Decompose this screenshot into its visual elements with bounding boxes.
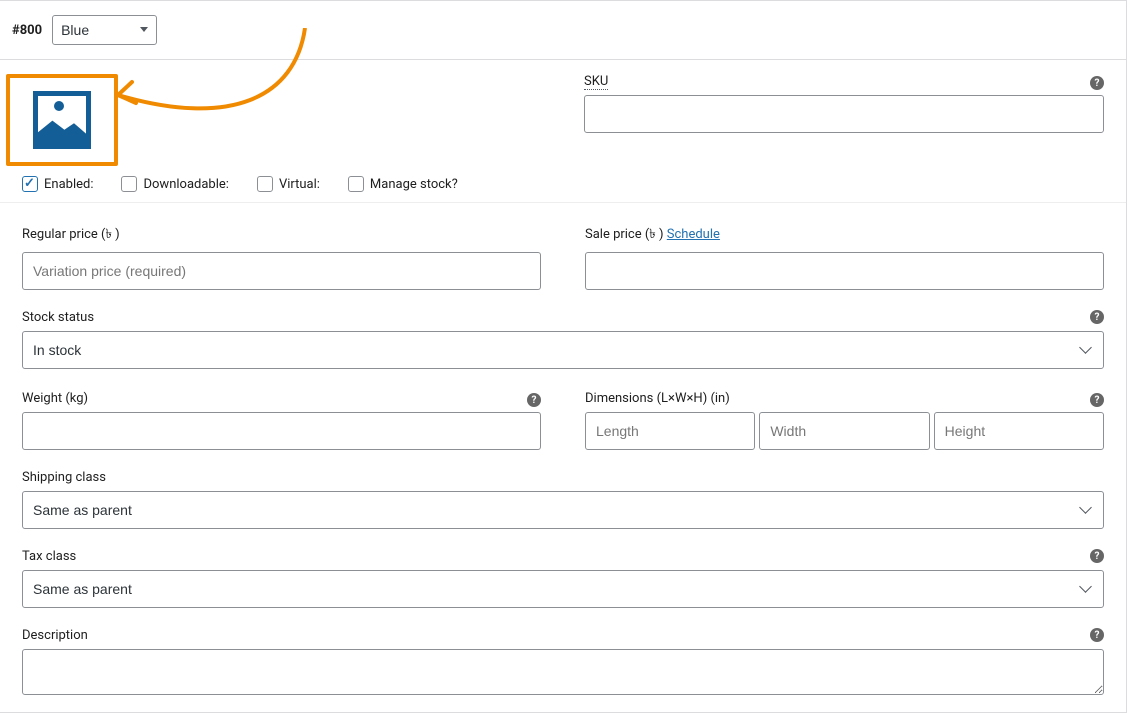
- stock-status-select[interactable]: In stock: [22, 331, 1104, 369]
- image-icon: [38, 96, 86, 144]
- sku-label: SKU: [584, 74, 1104, 89]
- sku-input[interactable]: [584, 95, 1104, 133]
- weight-input[interactable]: [22, 412, 541, 450]
- variation-image-placeholder[interactable]: [33, 91, 91, 149]
- variation-header: #800 Blue: [0, 1, 1126, 60]
- downloadable-checkbox[interactable]: [121, 176, 137, 192]
- manage-stock-label: Manage stock?: [370, 177, 458, 192]
- enabled-checkbox[interactable]: [22, 176, 38, 192]
- sale-price-input[interactable]: [585, 252, 1104, 290]
- tax-class-select[interactable]: Same as parent: [22, 570, 1104, 608]
- downloadable-checkbox-wrap[interactable]: Downloadable:: [121, 176, 228, 192]
- enabled-checkbox-wrap[interactable]: Enabled:: [22, 176, 93, 192]
- dimensions-label: Dimensions (L×W×H) (in): [585, 391, 1104, 406]
- downloadable-label: Downloadable:: [143, 177, 228, 192]
- help-icon[interactable]: ?: [1090, 310, 1104, 324]
- length-input[interactable]: [585, 412, 755, 450]
- help-icon[interactable]: ?: [1090, 76, 1104, 90]
- regular-price-label: Regular price (৳ ): [22, 225, 541, 246]
- shipping-class-label: Shipping class: [22, 470, 1104, 485]
- tax-class-label: Tax class: [22, 549, 1104, 564]
- shipping-class-select[interactable]: Same as parent: [22, 491, 1104, 529]
- schedule-link[interactable]: Schedule: [667, 227, 720, 242]
- help-icon[interactable]: ?: [1090, 549, 1104, 563]
- help-icon[interactable]: ?: [527, 393, 541, 407]
- help-icon[interactable]: ?: [1090, 393, 1104, 407]
- stock-status-label: Stock status: [22, 310, 1104, 325]
- description-label: Description: [22, 628, 1104, 643]
- attribute-select[interactable]: Blue: [52, 15, 157, 45]
- description-textarea[interactable]: [22, 649, 1104, 695]
- manage-stock-checkbox-wrap[interactable]: Manage stock?: [348, 176, 458, 192]
- width-input[interactable]: [759, 412, 929, 450]
- height-input[interactable]: [934, 412, 1104, 450]
- virtual-label: Virtual:: [279, 177, 320, 192]
- virtual-checkbox[interactable]: [257, 176, 273, 192]
- regular-price-input[interactable]: [22, 252, 541, 290]
- weight-label: Weight (kg): [22, 391, 541, 406]
- virtual-checkbox-wrap[interactable]: Virtual:: [257, 176, 320, 192]
- enabled-label: Enabled:: [44, 177, 93, 192]
- variation-image-highlight: [6, 74, 118, 166]
- sale-price-label: Sale price (৳ ) Schedule: [585, 225, 1104, 246]
- help-icon[interactable]: ?: [1090, 628, 1104, 642]
- manage-stock-checkbox[interactable]: [348, 176, 364, 192]
- variation-id: #800: [12, 23, 42, 38]
